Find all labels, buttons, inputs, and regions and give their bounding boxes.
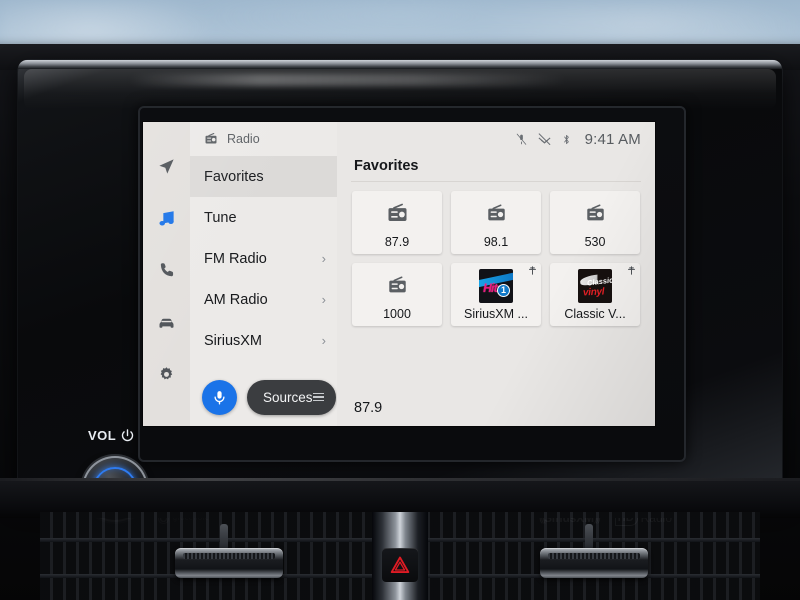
- microphone-muted-icon: [516, 133, 526, 145]
- chevron-right-icon: ›: [321, 333, 326, 348]
- hamburger-icon: [312, 392, 324, 402]
- radio-icon: [380, 197, 414, 231]
- rail-item-media[interactable]: [143, 192, 190, 244]
- menu-item-label: Favorites: [204, 168, 264, 185]
- signal-muted-icon: [538, 132, 551, 145]
- favorite-tile-label: 1000: [383, 306, 411, 321]
- status-bar: 9:41 AM: [337, 122, 655, 156]
- satellite-badge-icon: [529, 266, 536, 275]
- menu-item-label: Tune: [204, 209, 237, 226]
- rail-item-navigation[interactable]: [143, 140, 190, 192]
- voice-assistant-button[interactable]: [202, 379, 237, 415]
- clock: 9:41 AM: [584, 130, 641, 148]
- favorite-tile-label: 530: [584, 234, 606, 249]
- screenshot-stage: VOL gracenote ((( SiriusXM ))) HD: [0, 0, 800, 600]
- hits1-badge: 1: [497, 283, 510, 297]
- vinyl-wordmark: vinyl: [582, 285, 605, 299]
- favorite-tile[interactable]: 87.9: [352, 191, 442, 254]
- menu-list: Favorites Tune FM Radio › AM Radio › Sir…: [190, 156, 337, 368]
- menu-item-label: FM Radio: [204, 250, 267, 267]
- menu-item-siriusxm[interactable]: SiriusXM ›: [190, 320, 337, 361]
- favorite-tile[interactable]: 98.1: [451, 191, 541, 254]
- volume-label: VOL: [88, 428, 117, 443]
- radio-icon: [578, 197, 612, 231]
- volume-label-group: VOL: [88, 428, 135, 443]
- hits1-logo-icon: Hits 1: [479, 268, 513, 303]
- chevron-right-icon: ›: [321, 292, 326, 307]
- rail-item-vehicle[interactable]: [143, 296, 190, 348]
- sources-button[interactable]: Sources: [247, 379, 336, 415]
- favorite-tile[interactable]: Hits 1 SiriusXM ...: [451, 263, 541, 326]
- gear-icon: [160, 366, 173, 379]
- menu-header: Radio: [190, 122, 337, 156]
- menu-item-label: SiriusXM: [204, 332, 263, 349]
- bezel-glare: [128, 74, 568, 86]
- infotainment-screen: Radio Favorites Tune FM Radio › AM Radio: [143, 122, 655, 426]
- favorites-grid: 87.9 98.1 530 1000 Hits 1 SiriusXM ... C…: [337, 191, 655, 326]
- favorites-panel: 9:41 AM Favorites 87.9 98.1 530 1000 Hit…: [337, 122, 655, 426]
- vent-wheel-stem: [585, 524, 593, 550]
- favorites-title: Favorites: [354, 158, 419, 174]
- car-icon: [159, 318, 174, 328]
- navigation-arrow-icon: [159, 158, 174, 174]
- phone-icon: [160, 263, 173, 277]
- radio-icon: [205, 132, 217, 144]
- menu-item-tune[interactable]: Tune: [190, 197, 337, 238]
- menu-item-label: AM Radio: [204, 291, 268, 308]
- radio-icon: [380, 269, 414, 303]
- favorite-tile[interactable]: 1000: [352, 263, 442, 326]
- favorite-tile-label: 98.1: [483, 234, 509, 249]
- favorite-tile-label: Classic V...: [564, 306, 626, 321]
- menu-item-fm-radio[interactable]: FM Radio ›: [190, 238, 337, 279]
- satellite-badge-icon: [628, 266, 635, 275]
- menu-footer: Sources: [190, 368, 337, 426]
- favorite-tile-label: SiriusXM ...: [464, 306, 528, 321]
- favorite-tile[interactable]: Classic vinyl Classic V...: [550, 263, 640, 326]
- bluetooth-icon: [563, 134, 569, 144]
- menu-item-favorites[interactable]: Favorites: [190, 156, 337, 197]
- vent-direction-wheel[interactable]: [540, 548, 648, 578]
- music-note-icon: [159, 210, 174, 226]
- rail-item-settings[interactable]: [143, 348, 190, 400]
- classic-vinyl-logo-icon: Classic vinyl: [578, 268, 612, 303]
- menu-item-am-radio[interactable]: AM Radio ›: [190, 279, 337, 320]
- menu-header-label: Radio: [227, 132, 260, 146]
- favorites-divider: [351, 181, 641, 182]
- hazard-triangle-icon: [390, 556, 410, 573]
- vent-direction-wheel[interactable]: [175, 548, 283, 578]
- vent-wheel-stem: [220, 524, 228, 550]
- chevron-right-icon: ›: [321, 251, 326, 266]
- power-icon: [122, 429, 134, 442]
- now-playing-station: 87.9: [354, 400, 383, 416]
- hazard-light-button[interactable]: [382, 548, 418, 582]
- left-icon-rail: [143, 122, 190, 426]
- rail-item-phone[interactable]: [143, 244, 190, 296]
- microphone-icon: [214, 390, 225, 405]
- favorite-tile[interactable]: 530: [550, 191, 640, 254]
- sources-button-label: Sources: [263, 389, 313, 405]
- radio-icon: [479, 197, 513, 231]
- favorite-tile-label: 87.9: [384, 234, 410, 249]
- radio-menu-column: Radio Favorites Tune FM Radio › AM Radio: [190, 122, 337, 426]
